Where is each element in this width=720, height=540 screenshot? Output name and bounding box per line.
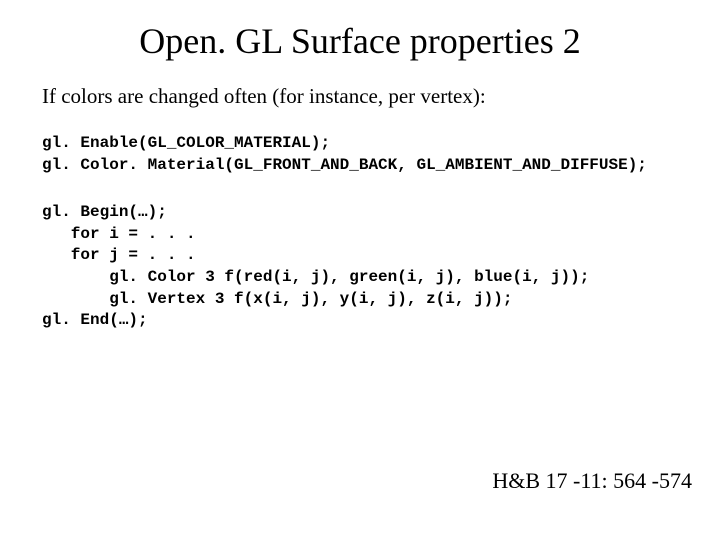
slide-title: Open. GL Surface properties 2	[42, 20, 678, 62]
reference-text: H&B 17 -11: 564 -574	[492, 468, 692, 494]
slide: Open. GL Surface properties 2 If colors …	[0, 0, 720, 540]
code-block-1: gl. Enable(GL_COLOR_MATERIAL); gl. Color…	[42, 133, 678, 176]
code-block-2: gl. Begin(…); for i = . . . for j = . . …	[42, 202, 678, 332]
intro-text: If colors are changed often (for instanc…	[42, 84, 678, 109]
